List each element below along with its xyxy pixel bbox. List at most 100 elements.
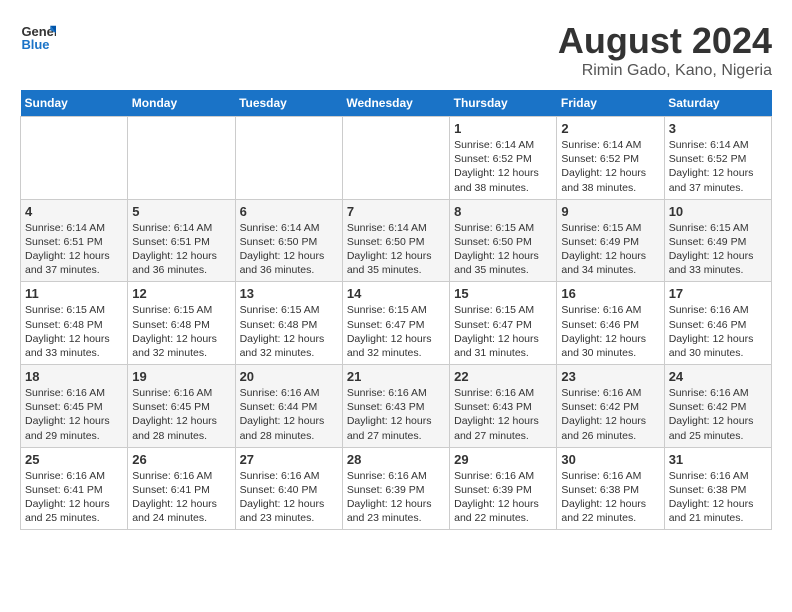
day-number: 22 (454, 369, 552, 384)
calendar-day-cell: 25 Sunrise: 6:16 AMSunset: 6:41 PMDayligh… (21, 447, 128, 530)
day-info: Sunrise: 6:16 AMSunset: 6:46 PMDaylight:… (669, 303, 767, 360)
calendar-day-cell: 28Sunrise: 6:16 AMSunset: 6:39 PMDayligh… (342, 447, 449, 530)
day-number: 15 (454, 286, 552, 301)
calendar-day-cell: 11 Sunrise: 6:15 AMSunset: 6:48 PMDayligh… (21, 282, 128, 365)
day-number: 25 (25, 452, 123, 467)
day-info: Sunrise: 6:15 AMSunset: 6:48 PMDaylight:… (132, 303, 230, 360)
day-info: Sunrise: 6:14 AMSunset: 6:52 PMDaylight:… (454, 138, 552, 195)
day-info: Sunrise: 6:16 AMSunset: 6:45 PMDaylight:… (132, 386, 230, 443)
day-number: 20 (240, 369, 338, 384)
day-info: Sunrise: 6:14 AMSunset: 6:51 PMDaylight:… (25, 221, 123, 278)
calendar-day-cell: 10 Sunrise: 6:15 AMSunset: 6:49 PMDayligh… (664, 199, 771, 282)
day-info: Sunrise: 6:16 AMSunset: 6:41 PMDaylight:… (25, 469, 123, 526)
logo: General Blue (20, 20, 56, 56)
calendar-day-cell: 18 Sunrise: 6:16 AMSunset: 6:45 PMDayligh… (21, 365, 128, 448)
calendar-week-row: 4Sunrise: 6:14 AMSunset: 6:51 PMDaylight… (21, 199, 772, 282)
calendar-day-cell (235, 117, 342, 200)
header: General Blue August 2024 Rimin Gado, Kan… (20, 20, 772, 80)
day-info: Sunrise: 6:15 AMSunset: 6:48 PMDaylight:… (240, 303, 338, 360)
day-number: 19 (132, 369, 230, 384)
day-info: Sunrise: 6:15 AMSunset: 6:49 PMDaylight:… (561, 221, 659, 278)
day-number: 17 (669, 286, 767, 301)
day-info: Sunrise: 6:14 AMSunset: 6:52 PMDaylight:… (669, 138, 767, 195)
day-number: 3 (669, 121, 767, 136)
calendar-day-cell: 29Sunrise: 6:16 AMSunset: 6:39 PMDayligh… (450, 447, 557, 530)
calendar-day-cell: 2 Sunrise: 6:14 AMSunset: 6:52 PMDaylight… (557, 117, 664, 200)
day-number: 14 (347, 286, 445, 301)
day-info: Sunrise: 6:16 AMSunset: 6:38 PMDaylight:… (561, 469, 659, 526)
calendar-day-cell: 8 Sunrise: 6:15 AMSunset: 6:50 PMDaylight… (450, 199, 557, 282)
calendar-week-row: 18 Sunrise: 6:16 AMSunset: 6:45 PMDayligh… (21, 365, 772, 448)
day-info: Sunrise: 6:14 AMSunset: 6:50 PMDaylight:… (240, 221, 338, 278)
day-number: 23 (561, 369, 659, 384)
calendar-day-cell: 17 Sunrise: 6:16 AMSunset: 6:46 PMDayligh… (664, 282, 771, 365)
title-area: August 2024 Rimin Gado, Kano, Nigeria (558, 20, 772, 80)
calendar-day-cell: 5 Sunrise: 6:14 AMSunset: 6:51 PMDaylight… (128, 199, 235, 282)
day-info: Sunrise: 6:16 AMSunset: 6:39 PMDaylight:… (454, 469, 552, 526)
day-info: Sunrise: 6:16 AMSunset: 6:42 PMDaylight:… (669, 386, 767, 443)
calendar-week-row: 1 Sunrise: 6:14 AMSunset: 6:52 PMDaylight… (21, 117, 772, 200)
location-title: Rimin Gado, Kano, Nigeria (558, 62, 772, 80)
svg-text:Blue: Blue (21, 37, 49, 52)
day-info: Sunrise: 6:16 AMSunset: 6:40 PMDaylight:… (240, 469, 338, 526)
day-of-week-header: Wednesday (342, 90, 449, 117)
day-number: 5 (132, 204, 230, 219)
day-info: Sunrise: 6:14 AMSunset: 6:52 PMDaylight:… (561, 138, 659, 195)
day-info: Sunrise: 6:15 AMSunset: 6:47 PMDaylight:… (347, 303, 445, 360)
calendar-day-cell: 31 Sunrise: 6:16 AMSunset: 6:38 PMDayligh… (664, 447, 771, 530)
day-number: 1 (454, 121, 552, 136)
day-of-week-header: Sunday (21, 90, 128, 117)
day-number: 21 (347, 369, 445, 384)
calendar-week-row: 25 Sunrise: 6:16 AMSunset: 6:41 PMDayligh… (21, 447, 772, 530)
calendar-day-cell: 20 Sunrise: 6:16 AMSunset: 6:44 PMDayligh… (235, 365, 342, 448)
day-number: 9 (561, 204, 659, 219)
day-number: 31 (669, 452, 767, 467)
day-of-week-header: Tuesday (235, 90, 342, 117)
day-number: 11 (25, 286, 123, 301)
day-info: Sunrise: 6:15 AMSunset: 6:49 PMDaylight:… (669, 221, 767, 278)
day-info: Sunrise: 6:14 AMSunset: 6:51 PMDaylight:… (132, 221, 230, 278)
day-number: 28 (347, 452, 445, 467)
day-info: Sunrise: 6:16 AMSunset: 6:44 PMDaylight:… (240, 386, 338, 443)
day-number: 27 (240, 452, 338, 467)
day-of-week-header: Friday (557, 90, 664, 117)
calendar-day-cell: 6 Sunrise: 6:14 AMSunset: 6:50 PMDaylight… (235, 199, 342, 282)
day-of-week-header: Monday (128, 90, 235, 117)
day-number: 16 (561, 286, 659, 301)
day-info: Sunrise: 6:16 AMSunset: 6:46 PMDaylight:… (561, 303, 659, 360)
day-info: Sunrise: 6:16 AMSunset: 6:41 PMDaylight:… (132, 469, 230, 526)
day-number: 8 (454, 204, 552, 219)
day-number: 26 (132, 452, 230, 467)
day-info: Sunrise: 6:16 AMSunset: 6:43 PMDaylight:… (347, 386, 445, 443)
day-number: 18 (25, 369, 123, 384)
calendar-day-cell: 21 Sunrise: 6:16 AMSunset: 6:43 PMDayligh… (342, 365, 449, 448)
calendar-week-row: 11 Sunrise: 6:15 AMSunset: 6:48 PMDayligh… (21, 282, 772, 365)
calendar-day-cell: 19 Sunrise: 6:16 AMSunset: 6:45 PMDayligh… (128, 365, 235, 448)
calendar-day-cell: 15 Sunrise: 6:15 AMSunset: 6:47 PMDayligh… (450, 282, 557, 365)
calendar-day-cell: 9 Sunrise: 6:15 AMSunset: 6:49 PMDaylight… (557, 199, 664, 282)
day-number: 24 (669, 369, 767, 384)
month-title: August 2024 (558, 20, 772, 62)
day-number: 13 (240, 286, 338, 301)
calendar-day-cell (342, 117, 449, 200)
calendar-day-cell: 27 Sunrise: 6:16 AMSunset: 6:40 PMDayligh… (235, 447, 342, 530)
day-info: Sunrise: 6:15 AMSunset: 6:50 PMDaylight:… (454, 221, 552, 278)
calendar-day-cell: 24 Sunrise: 6:16 AMSunset: 6:42 PMDayligh… (664, 365, 771, 448)
day-of-week-header: Thursday (450, 90, 557, 117)
calendar-day-cell: 14 Sunrise: 6:15 AMSunset: 6:47 PMDayligh… (342, 282, 449, 365)
day-info: Sunrise: 6:15 AMSunset: 6:48 PMDaylight:… (25, 303, 123, 360)
day-number: 12 (132, 286, 230, 301)
day-info: Sunrise: 6:15 AMSunset: 6:47 PMDaylight:… (454, 303, 552, 360)
calendar-day-cell: 7Sunrise: 6:14 AMSunset: 6:50 PMDaylight… (342, 199, 449, 282)
calendar-day-cell: 13 Sunrise: 6:15 AMSunset: 6:48 PMDayligh… (235, 282, 342, 365)
day-info: Sunrise: 6:16 AMSunset: 6:45 PMDaylight:… (25, 386, 123, 443)
day-number: 2 (561, 121, 659, 136)
calendar-day-cell: 3 Sunrise: 6:14 AMSunset: 6:52 PMDaylight… (664, 117, 771, 200)
day-number: 10 (669, 204, 767, 219)
day-number: 6 (240, 204, 338, 219)
calendar-day-cell: 1 Sunrise: 6:14 AMSunset: 6:52 PMDaylight… (450, 117, 557, 200)
day-info: Sunrise: 6:16 AMSunset: 6:42 PMDaylight:… (561, 386, 659, 443)
day-info: Sunrise: 6:16 AMSunset: 6:38 PMDaylight:… (669, 469, 767, 526)
day-number: 7 (347, 204, 445, 219)
logo-icon: General Blue (20, 20, 56, 56)
